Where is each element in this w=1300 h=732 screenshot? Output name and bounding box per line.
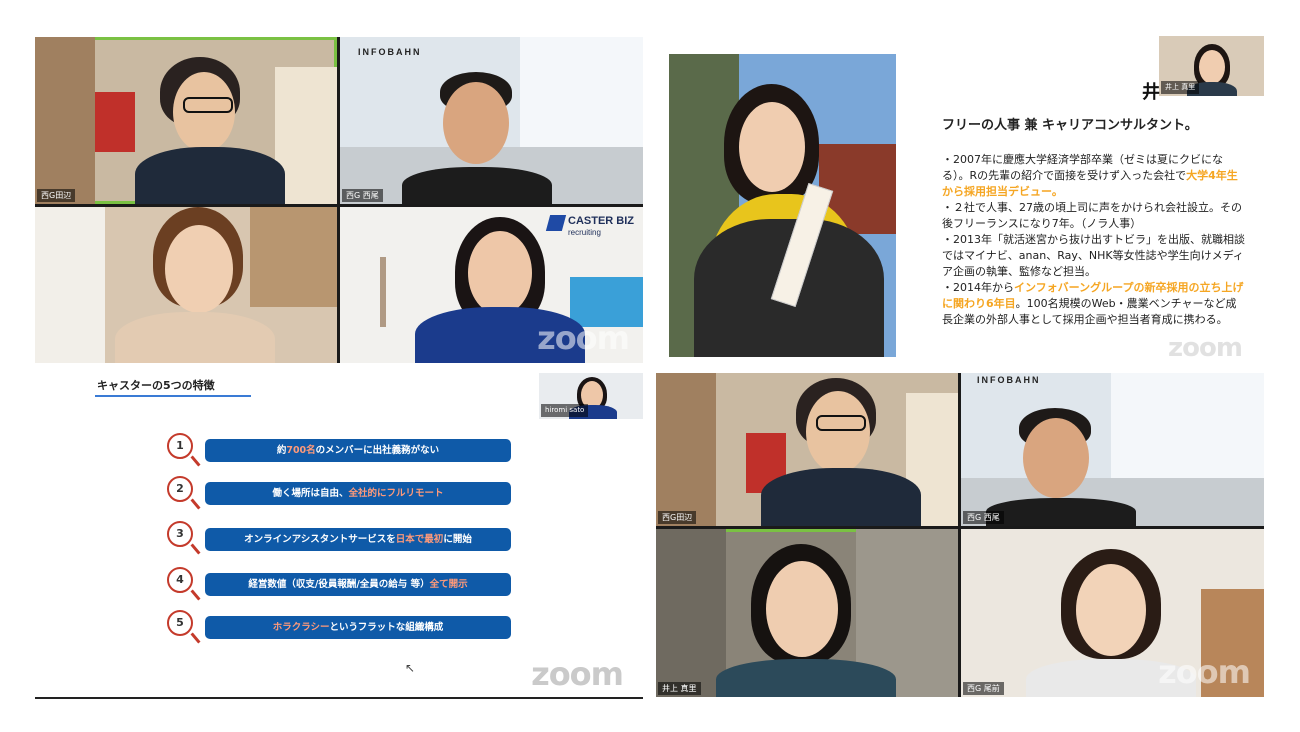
- video-tile-woman-1[interactable]: [35, 207, 337, 363]
- zoom-watermark: zoom: [1168, 333, 1243, 363]
- profile-bullet: ・２社で人事、27歳の頃上司に声をかけられ会社設立。その後フリーランスになり7年…: [942, 201, 1242, 230]
- feature-number-5: 5: [167, 610, 193, 636]
- video-tile-nishio[interactable]: INFOBAHN 西G 西尾: [961, 373, 1264, 526]
- video-tile-tanabe[interactable]: 西G田辺: [656, 373, 958, 526]
- feature-1: 約700名のメンバーに出社義務がない: [205, 439, 511, 462]
- caster-logo-icon: [545, 215, 567, 231]
- title-underline: [95, 395, 251, 397]
- participant-name: 西G 尾前: [963, 682, 1004, 695]
- bottom-right-gallery: 西G田辺 INFOBAHN 西G 西尾 井上 真里 西G 尾前 zoom: [656, 373, 1264, 697]
- feature-5: ホラクラシーというフラットな組織構成: [205, 616, 511, 639]
- zoom-watermark: zoom: [1158, 653, 1251, 691]
- presenter-thumbnail[interactable]: 井上 真里: [1159, 36, 1264, 96]
- feature-number-4: 4: [167, 567, 193, 593]
- mouse-cursor-icon: ↖: [405, 661, 416, 675]
- profile-bullets: ・2007年に慶應大学経済学部卒業（ゼミは夏にクビになる）。Rの先輩の紹介で面接…: [942, 152, 1246, 328]
- feature-3: オンラインアシスタントサービスを日本で最初に開始: [205, 528, 511, 551]
- presenter-thumbnail[interactable]: hiromi sato: [539, 373, 643, 419]
- profile-bullet: ・2013年「就活迷宮から抜け出すトビラ」を出版、就職相談ではマイナビ、anan…: [942, 233, 1245, 278]
- brand-infobahn: INFOBAHN: [977, 375, 1041, 385]
- feature-number-3: 3: [167, 521, 193, 547]
- zoom-watermark: zoom: [537, 319, 630, 357]
- feature-number-2: 2: [167, 476, 193, 502]
- video-tile-inoue[interactable]: 井上 真里: [656, 529, 958, 697]
- feature-4: 経営数値（収支/役員報酬/全員の給与 等）全て開示: [205, 573, 511, 596]
- video-tile-tanabe[interactable]: 西G田辺: [35, 37, 337, 204]
- participant-name: 井上 真里: [1161, 81, 1200, 94]
- participant-name: 西G 西尾: [963, 511, 1004, 524]
- profile-bullet: ・2007年に慶應大学経済学部卒業（ゼミは夏にクビになる）。Rの先輩の紹介で面接…: [942, 153, 1238, 198]
- participant-name: hiromi sato: [541, 404, 589, 417]
- participant-name: 西G田辺: [37, 189, 76, 202]
- profile-headline: フリーの人事 兼 キャリアコンサルタント。: [942, 118, 1198, 133]
- profile-photo: [669, 54, 896, 357]
- feature-2: 働く場所は自由、全社的にフルリモート: [205, 482, 511, 505]
- top-left-gallery: 西G田辺 INFOBAHN 西G 西尾 CASTER BIZ recruitin…: [35, 37, 643, 363]
- profile-bullet: ・2014年からインフォバーングループの新卒採用の立ち上げに関わり6年目。100…: [942, 281, 1244, 326]
- zoom-watermark: zoom: [531, 655, 624, 693]
- brand-infobahn: INFOBAHN: [358, 47, 422, 57]
- brand-caster-biz: CASTER BIZ: [568, 215, 634, 227]
- caster-slide: キャスターの5つの特徴 hiromi sato 1 約700名のメンバーに出社義…: [35, 363, 643, 699]
- feature-number-1: 1: [167, 433, 193, 459]
- participant-name: 井上 真里: [658, 682, 701, 695]
- participant-name: 西G 西尾: [342, 189, 383, 202]
- video-tile-nishio[interactable]: INFOBAHN 西G 西尾: [340, 37, 643, 204]
- profile-name-partial: 井: [1142, 82, 1160, 103]
- slide-title: キャスターの5つの特徴: [97, 379, 215, 392]
- brand-recruiting: recruiting: [568, 228, 601, 237]
- participant-name: 西G田辺: [658, 511, 697, 524]
